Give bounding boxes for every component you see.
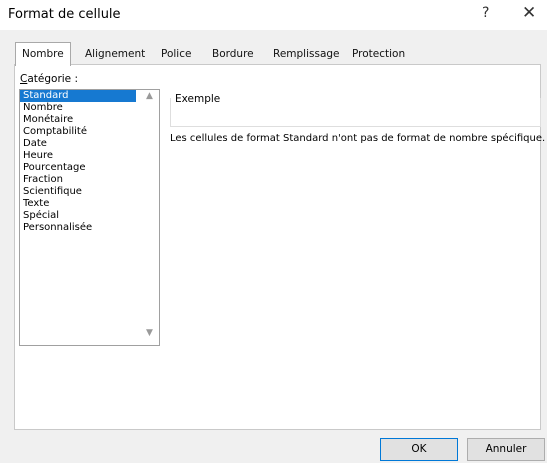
help-button[interactable]: ? xyxy=(482,5,489,21)
scroll-up-icon[interactable]: ▲ xyxy=(140,90,159,102)
category-item-date[interactable]: Date xyxy=(20,138,159,150)
title-bar: Format de cellule ? ✕ xyxy=(0,0,547,30)
format-cells-dialog: Format de cellule ? ✕ Nombre Alignement … xyxy=(0,0,547,463)
tab-police[interactable]: Police xyxy=(155,44,197,64)
sample-preview xyxy=(170,98,541,127)
category-item-fraction[interactable]: Fraction xyxy=(20,174,159,186)
tab-alignement[interactable]: Alignement xyxy=(79,44,151,64)
ok-button[interactable]: OK xyxy=(380,438,458,461)
category-label-text: atégorie : xyxy=(27,73,79,85)
category-item-scientifique[interactable]: Scientifique xyxy=(20,186,159,198)
category-item-heure[interactable]: Heure xyxy=(20,150,159,162)
category-item-personnalisee[interactable]: Personnalisée xyxy=(20,222,159,234)
category-item-standard[interactable]: Standard xyxy=(20,90,136,102)
category-item-comptabilite[interactable]: Comptabilité xyxy=(20,126,159,138)
scroll-down-icon[interactable]: ▼ xyxy=(140,327,159,339)
category-listbox[interactable]: Standard Nombre Monétaire Comptabilité D… xyxy=(19,89,160,346)
close-button[interactable]: ✕ xyxy=(522,3,536,23)
tab-remplissage[interactable]: Remplissage xyxy=(267,44,346,64)
cancel-button[interactable]: Annuler xyxy=(467,438,545,461)
category-item-monetaire[interactable]: Monétaire xyxy=(20,114,159,126)
category-item-special[interactable]: Spécial xyxy=(20,210,159,222)
category-scrollbar[interactable]: ▲ ▼ xyxy=(140,90,159,345)
tab-bordure[interactable]: Bordure xyxy=(206,44,260,64)
tab-nombre[interactable]: Nombre xyxy=(15,42,71,66)
category-item-nombre[interactable]: Nombre xyxy=(20,102,159,114)
format-description: Les cellules de format Standard n'ont pa… xyxy=(170,133,546,144)
category-item-pourcentage[interactable]: Pourcentage xyxy=(20,162,159,174)
tab-protection[interactable]: Protection xyxy=(346,44,411,64)
category-label: Catégorie : xyxy=(20,73,78,85)
dialog-title: Format de cellule xyxy=(8,7,121,22)
category-item-texte[interactable]: Texte xyxy=(20,198,159,210)
